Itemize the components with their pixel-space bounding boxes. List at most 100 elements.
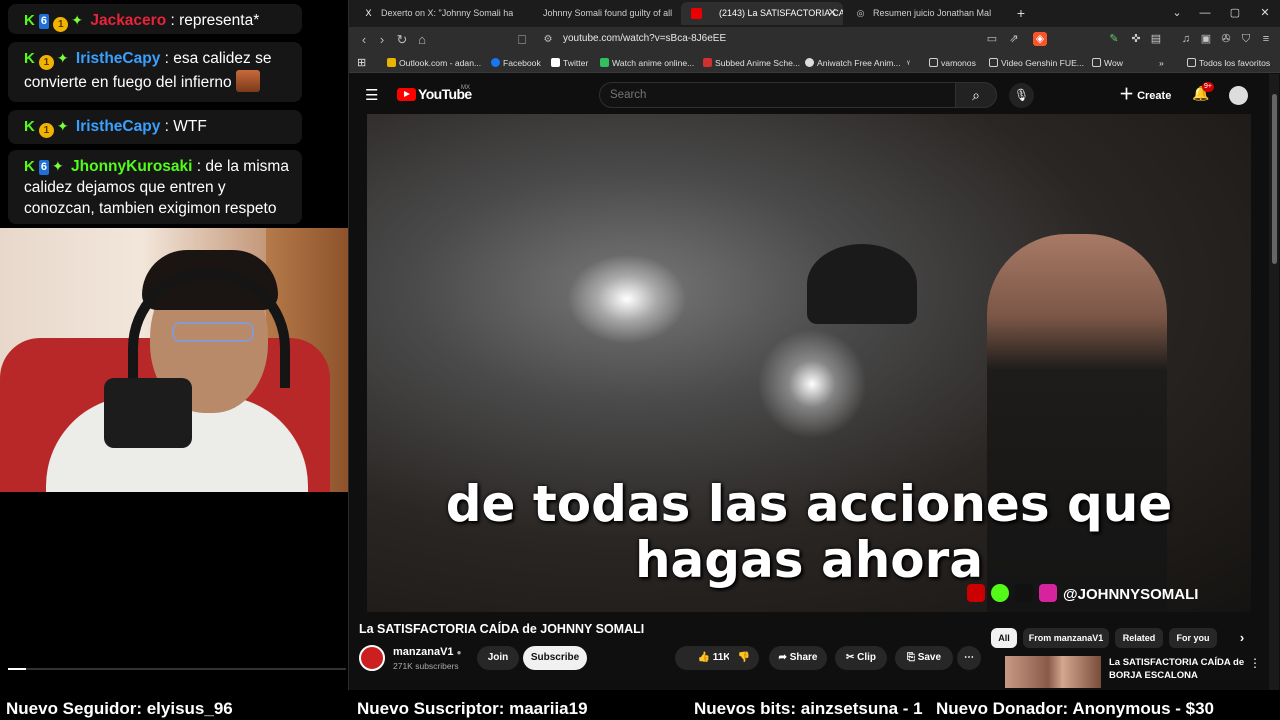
thumbs-up-icon: 👍 (697, 652, 710, 663)
bookmark-aniwatch[interactable]: Aniwatch Free Anim... (805, 56, 901, 70)
more-bookmarks-chevron-icon[interactable]: » (1159, 56, 1164, 70)
extensions-puzzle-icon[interactable]: ✜ (1129, 32, 1143, 46)
tab-youtube-active[interactable]: (2143) La SATISFACTORIA CAÍ ✕ (681, 2, 843, 25)
all-bookmarks-folder[interactable]: Todos los favoritos (1187, 56, 1270, 70)
bookmark-misc-icon[interactable]: ᵞ (907, 56, 910, 70)
alerts-ticker: Nuevo Seguidor: elyisus_96 Nuevo Suscrip… (0, 696, 1280, 720)
region-code: MX (461, 85, 470, 91)
tab-resumen-juicio[interactable]: ◎ Resumen juicio Jonathan Mal (845, 2, 1005, 25)
youtube-logo-icon[interactable] (397, 88, 416, 101)
microphone (104, 378, 192, 448)
forward-button[interactable]: › (373, 31, 391, 49)
chip-from-channel[interactable]: From manzanaV1 (1023, 628, 1109, 648)
hamburger-menu-icon[interactable]: ☰ (365, 86, 378, 104)
brave-shield-icon[interactable]: ◈ (1033, 32, 1047, 46)
chat-message: K6 1 ✦ Jackacero : representa* (8, 4, 302, 34)
page-scrollbar[interactable] (1269, 74, 1279, 690)
vpn-icon[interactable]: ✇ (1219, 32, 1233, 46)
bookmark-folder-genshin[interactable]: Video Genshin FUE... (989, 56, 1084, 70)
join-button[interactable]: Join (477, 646, 519, 670)
facebook-icon (491, 58, 500, 67)
tab-title: Dexerto on X: "Johnny Somali has be (381, 8, 513, 18)
streamer-webcam (0, 228, 356, 492)
kick-badge-icon: K (24, 12, 35, 29)
notification-count-badge: 9+ (1202, 82, 1214, 92)
wallet-icon[interactable]: ▣ (1199, 32, 1213, 46)
tab-title: (2143) La SATISFACTORIA CAÍ (719, 8, 843, 18)
coin-badge-icon: 1 (53, 17, 69, 32)
ticker-new-follower: Nuevo Seguidor: elyisus_96 (6, 699, 233, 718)
thumbs-down-icon: 👎 (737, 652, 751, 663)
share-icon: ➦ (778, 652, 787, 663)
tab-dexerto[interactable]: X Dexerto on X: "Johnny Somali has be (353, 2, 513, 25)
chat-text: WTF (173, 118, 207, 135)
bookmark-subbed-anime[interactable]: Subbed Anime Sche... (703, 56, 800, 70)
more-actions-button[interactable]: ⋯ (957, 646, 981, 670)
microphone-icon: 🎙 (1013, 88, 1030, 102)
minimize-button[interactable]: — (1195, 4, 1215, 22)
tab-list-chevron-icon[interactable]: ⌄ (1167, 4, 1187, 22)
tab-johnny-somali-guilty[interactable]: Johnny Somali found guilty of all cha (515, 2, 675, 25)
sidebar-icon[interactable]: ▤ (1149, 32, 1163, 46)
bookmark-folder-vamonos[interactable]: vamonos (929, 56, 976, 70)
back-button[interactable]: ‹ (355, 31, 373, 49)
new-tab-button[interactable]: + (1011, 4, 1031, 22)
address-bar[interactable]: youtube.com/watch?v=sBca-8J6eEE (563, 33, 726, 44)
youtube-tab-icon (691, 8, 702, 19)
apps-grid-icon[interactable]: ⊞ (357, 56, 366, 70)
chat-username: IristheCapy (75, 118, 161, 135)
subscriber-badge-icon: 6 (38, 14, 49, 29)
emote-icon (235, 70, 260, 92)
cast-icon[interactable]: ▭ (985, 32, 999, 46)
recommended-video-title[interactable]: La SATISFACTORIA CAÍDA de BORJA ESCALONA (1109, 656, 1249, 682)
extension-leaf-icon[interactable]: ✎ (1107, 32, 1121, 46)
chip-all[interactable]: All (991, 628, 1017, 648)
menu-icon[interactable]: ≡ (1259, 32, 1273, 46)
music-icon[interactable]: ♫ (1179, 32, 1193, 46)
outlook-icon (387, 58, 396, 67)
subscribe-button[interactable]: Subscribe (523, 646, 587, 670)
bookmark-folder-wow[interactable]: Wow (1092, 56, 1123, 70)
bookmark-page-icon[interactable]: ⎕ (513, 31, 531, 49)
bookmark-twitter[interactable]: Twitter (551, 56, 588, 70)
kick-badge-icon: K (24, 158, 35, 175)
navigation-bar: ‹ › ↻ ⌂ ⎕ ⚙ youtube.com/watch?v=sBca-8J6… (349, 27, 1280, 53)
tab-title: Johnny Somali found guilty of all cha (543, 8, 675, 18)
create-button[interactable]: ＋ Create (1119, 84, 1171, 106)
bookmark-watch-anime[interactable]: Watch anime online... (600, 56, 694, 70)
save-button[interactable]: ⎘ Save (895, 646, 953, 670)
share-page-icon[interactable]: ⇗ (1007, 32, 1021, 46)
maximize-button[interactable]: ▢ (1225, 4, 1245, 22)
chip-for-you[interactable]: For you (1169, 628, 1217, 648)
subscriber-badge-icon: 6 (38, 160, 49, 175)
clip-button[interactable]: ✂ Clip (835, 646, 887, 670)
channel-name[interactable]: manzanaV1 ● (393, 646, 461, 658)
channel-avatar[interactable] (359, 645, 385, 671)
shield-icon[interactable]: ⛉ (1239, 32, 1253, 46)
home-button[interactable]: ⌂ (413, 31, 431, 49)
site-info-icon[interactable]: ⚙ (539, 31, 557, 49)
recommended-more-icon[interactable]: ⋮ (1249, 656, 1261, 670)
reload-button[interactable]: ↻ (393, 31, 411, 49)
verified-icon: ● (456, 648, 462, 657)
search-input[interactable] (599, 82, 957, 108)
stream-progress-bar (8, 668, 346, 670)
aniwatch-icon (805, 58, 814, 67)
chip-related[interactable]: Related (1115, 628, 1163, 648)
anime-schedule-icon (703, 58, 712, 67)
video-subtitle: de todas las acciones que hagas ahora (445, 475, 1173, 589)
video-light-flare (757, 329, 867, 439)
bookmark-facebook[interactable]: Facebook (491, 56, 541, 70)
close-tab-icon[interactable]: ✕ (828, 2, 837, 25)
close-window-button[interactable]: ✕ (1255, 4, 1275, 22)
account-avatar[interactable] (1229, 86, 1248, 105)
dislike-button[interactable]: 👎 (729, 646, 759, 670)
chips-next-chevron-icon[interactable]: › (1233, 628, 1251, 648)
kick-badge-icon: K (24, 118, 35, 135)
voice-search-button[interactable]: 🎙 (1009, 83, 1034, 108)
recommended-video-thumbnail[interactable] (1005, 656, 1101, 688)
chat-username: JhonnyKurosaki (71, 158, 193, 175)
share-button[interactable]: ➦ Share (769, 646, 827, 670)
search-button[interactable]: ⌕ (955, 82, 997, 108)
bookmark-outlook[interactable]: Outlook.com - adan... (387, 56, 481, 70)
